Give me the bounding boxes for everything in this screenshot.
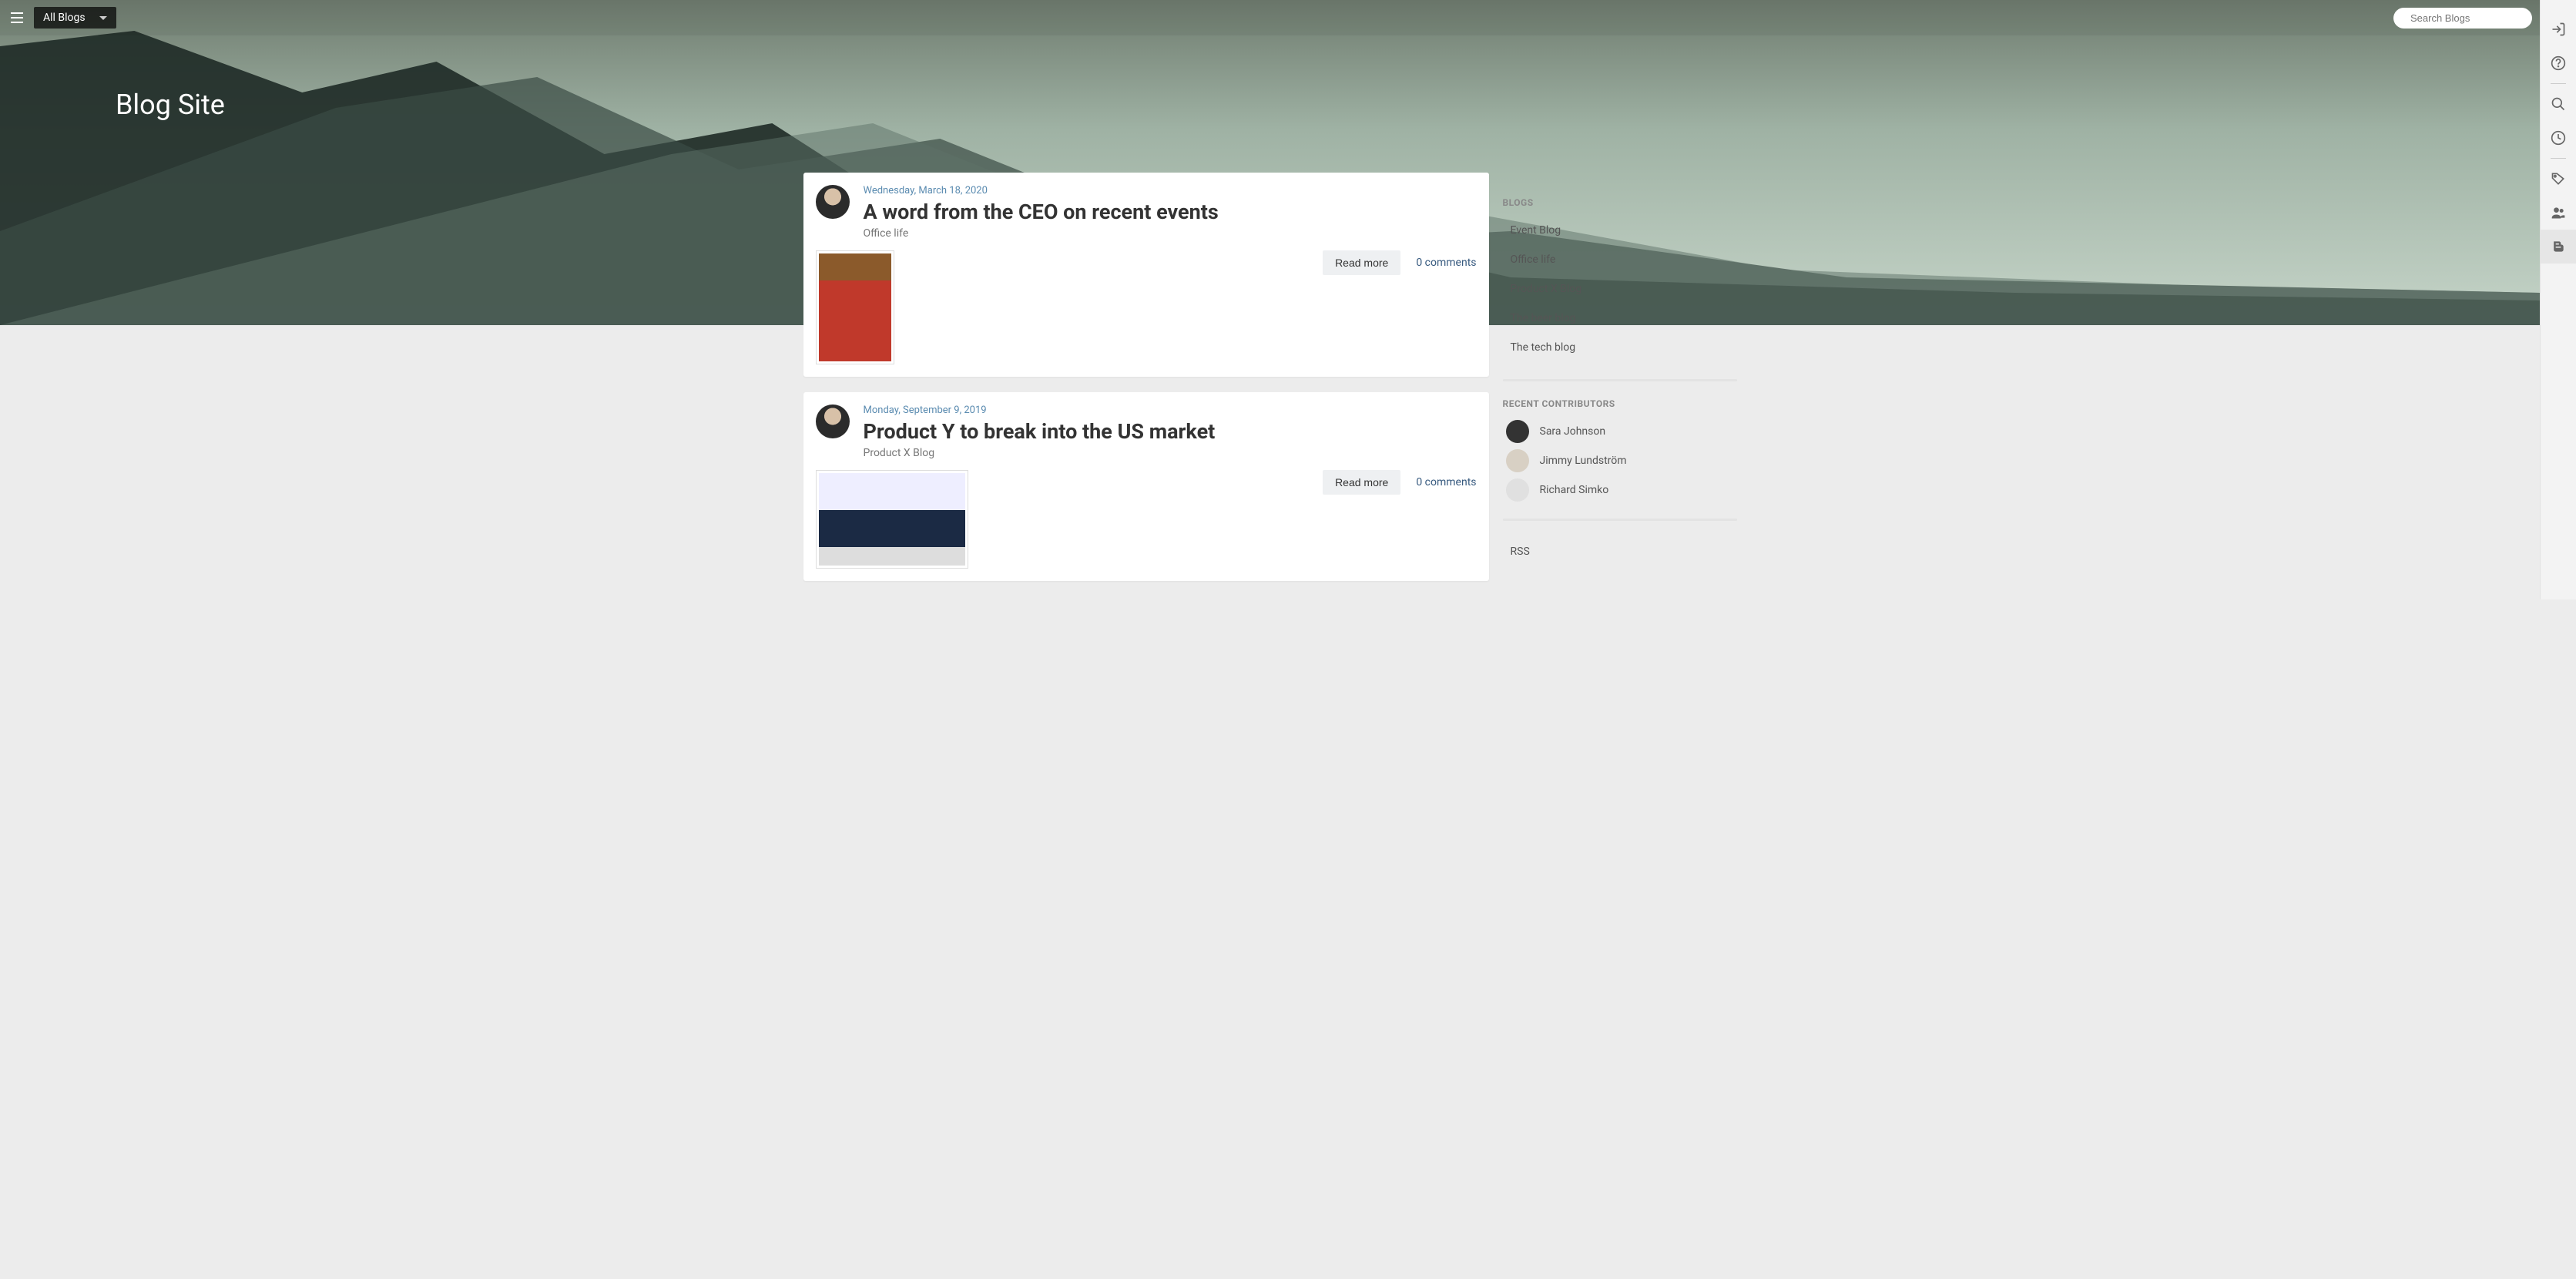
avatar <box>1506 478 1529 502</box>
menu-icon[interactable] <box>8 8 26 27</box>
contributor-name: Richard Simko <box>1540 484 1609 496</box>
avatar <box>1506 420 1529 443</box>
author-avatar[interactable] <box>816 185 850 219</box>
divider <box>1503 379 1737 381</box>
post-card: Wednesday, March 18, 2020 A word from th… <box>803 173 1489 377</box>
blog-list-item[interactable]: The beer blog <box>1503 304 1737 333</box>
search-box[interactable] <box>2393 8 2532 29</box>
search-icon[interactable] <box>2541 87 2576 121</box>
dropdown-label: All Blogs <box>43 12 86 24</box>
contributor-item[interactable]: Jimmy Lundström <box>1503 446 1737 475</box>
blog-list-item[interactable]: Event Blog <box>1503 216 1737 245</box>
comments-link[interactable]: 0 comments <box>1416 250 1476 275</box>
contributors-heading: RECENT CONTRIBUTORS <box>1503 398 1737 409</box>
tag-icon[interactable] <box>2541 162 2576 196</box>
blogs-heading: BLOGS <box>1503 197 1737 208</box>
topbar: All Blogs <box>0 0 2540 35</box>
sidebar: BLOGS Event Blog Office life Product X B… <box>1503 173 1737 581</box>
post-card: Monday, September 9, 2019 Product Y to b… <box>803 392 1489 581</box>
post-thumbnail[interactable] <box>816 470 968 569</box>
right-toolbar <box>2540 0 2576 599</box>
contributor-item[interactable]: Sara Johnson <box>1503 417 1737 446</box>
avatar <box>1506 449 1529 472</box>
blog-filter-dropdown[interactable]: All Blogs <box>34 7 116 29</box>
post-date[interactable]: Monday, September 9, 2019 <box>864 405 1477 416</box>
post-date[interactable]: Wednesday, March 18, 2020 <box>864 185 1477 196</box>
rss-link[interactable]: RSS <box>1503 538 1737 566</box>
post-thumbnail[interactable] <box>816 250 894 364</box>
contributor-name: Sara Johnson <box>1540 425 1606 438</box>
blog-icon[interactable] <box>2541 230 2576 264</box>
chevron-down-icon <box>99 16 107 20</box>
post-category[interactable]: Product X Blog <box>864 447 1477 459</box>
blog-list: Event Blog Office life Product X Blog Th… <box>1503 216 1737 362</box>
contributor-name: Jimmy Lundström <box>1540 455 1627 467</box>
recent-icon[interactable] <box>2541 121 2576 155</box>
divider <box>1503 519 1737 521</box>
author-avatar[interactable] <box>816 405 850 438</box>
read-more-button[interactable]: Read more <box>1323 250 1400 275</box>
blog-list-item[interactable]: The tech blog <box>1503 333 1737 362</box>
page-title: Blog Site <box>116 89 225 121</box>
search-input[interactable] <box>2410 12 2540 24</box>
post-title[interactable]: A word from the CEO on recent events <box>864 200 1477 224</box>
blog-list-item[interactable]: Product X Blog <box>1503 274 1737 304</box>
read-more-button[interactable]: Read more <box>1323 470 1400 495</box>
people-icon[interactable] <box>2541 196 2576 230</box>
help-icon[interactable] <box>2541 46 2576 80</box>
post-list: Wednesday, March 18, 2020 A word from th… <box>803 173 1489 581</box>
contributor-list: Sara Johnson Jimmy Lundström Richard Sim… <box>1503 417 1737 505</box>
comments-link[interactable]: 0 comments <box>1416 470 1476 495</box>
login-icon[interactable] <box>2541 12 2576 46</box>
post-title[interactable]: Product Y to break into the US market <box>864 419 1477 444</box>
contributor-item[interactable]: Richard Simko <box>1503 475 1737 505</box>
blog-list-item[interactable]: Office life <box>1503 245 1737 274</box>
post-category[interactable]: Office life <box>864 227 1477 240</box>
